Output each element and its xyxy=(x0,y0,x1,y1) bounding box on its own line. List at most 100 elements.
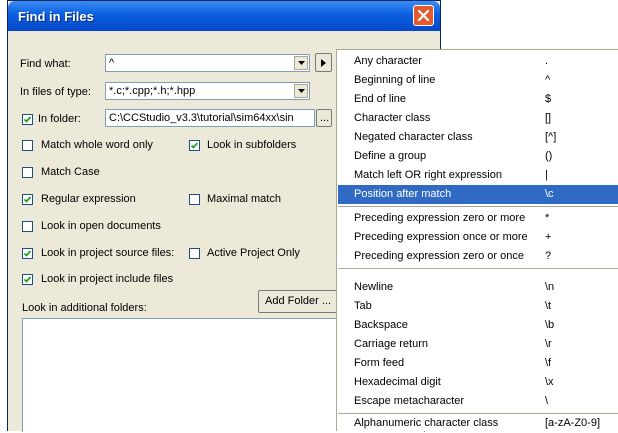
menu-item-label: Match left OR right expression xyxy=(354,169,502,181)
additional-folders-label: Look in additional folders: xyxy=(22,302,147,314)
menu-item-zero-or-more[interactable]: Preceding expression zero or more * xyxy=(338,209,618,228)
menu-item-label: Newline xyxy=(354,281,394,293)
find-what-combo[interactable]: ^ xyxy=(105,54,310,72)
checkmark-icon xyxy=(23,196,32,203)
find-what-value: ^ xyxy=(109,57,115,69)
file-types-label: In files of type: xyxy=(20,86,91,98)
close-icon xyxy=(417,9,430,22)
checkmark-icon xyxy=(23,276,32,283)
menu-item-symbol: () xyxy=(545,150,553,162)
menu-item-hexadecimal-digit[interactable]: Hexadecimal digit \x xyxy=(338,373,618,392)
browse-button-label: ... xyxy=(320,112,330,124)
menu-item-zero-or-once[interactable]: Preceding expression zero or once? xyxy=(338,247,618,266)
look-in-open-documents-checkbox[interactable] xyxy=(22,221,33,232)
menu-item-label: Escape metacharacter xyxy=(354,395,465,407)
checkmark-icon xyxy=(23,116,32,123)
menu-item-alphanumeric-class[interactable]: Alphanumeric character class [a-zA-Z0-9] xyxy=(338,414,618,433)
menu-item-label: Alphanumeric character class xyxy=(354,417,499,429)
menu-item-match-left-or-right[interactable]: Match left OR right expression | xyxy=(338,166,618,185)
menu-item-define-a-group[interactable]: Define a group () xyxy=(338,147,618,166)
menu-item-character-class[interactable]: Character class [] xyxy=(338,109,618,128)
menu-item-label: Preceding expression zero or more xyxy=(354,212,526,224)
menu-item-symbol: [a-zA-Z0-9] xyxy=(545,417,601,429)
in-folder-label: In folder: xyxy=(38,113,81,125)
match-whole-word-label: Match whole word only xyxy=(41,139,153,151)
menu-item-label: Form feed xyxy=(354,357,405,369)
menu-item-label: Carriage return xyxy=(354,338,428,350)
regex-menu-button[interactable] xyxy=(315,53,332,72)
menu-item-beginning-of-line[interactable]: Beginning of line ^ xyxy=(338,71,618,90)
menu-item-label: Preceding expression zero or once xyxy=(354,250,524,262)
menu-item-label: Position after match xyxy=(354,188,452,200)
look-in-project-source-checkbox[interactable] xyxy=(22,248,33,259)
menu-item-symbol: \x xyxy=(545,376,554,388)
menu-separator xyxy=(338,268,618,269)
regular-expression-label: Regular expression xyxy=(41,193,136,205)
menu-item-symbol: . xyxy=(545,55,549,67)
menu-item-label: Tab xyxy=(354,300,372,312)
menu-item-carriage-return[interactable]: Carriage return \r xyxy=(338,335,618,354)
close-button[interactable] xyxy=(413,5,434,26)
menu-item-tab[interactable]: Tab \t xyxy=(338,297,618,316)
menu-item-label: Preceding expression once or more xyxy=(354,231,528,243)
maximal-match-checkbox[interactable] xyxy=(189,194,200,205)
active-project-only-label: Active Project Only xyxy=(207,247,300,259)
menu-item-escape-metacharacter[interactable]: Escape metacharacter \ xyxy=(338,392,618,411)
menu-item-symbol: \ xyxy=(545,395,549,407)
menu-item-label: End of line xyxy=(354,93,406,105)
menu-item-symbol: [^] xyxy=(545,131,557,143)
menu-item-form-feed[interactable]: Form feed \f xyxy=(338,354,618,373)
in-folder-checkbox[interactable] xyxy=(22,114,33,125)
checkmark-icon xyxy=(190,142,199,149)
menu-item-once-or-more[interactable]: Preceding expression once or more + xyxy=(338,228,618,247)
add-folder-button[interactable]: Add Folder ... xyxy=(258,290,338,313)
dialog-title: Find in Files xyxy=(18,9,94,24)
look-in-subfolders-label: Look in subfolders xyxy=(207,139,297,151)
title-bar[interactable]: Find in Files xyxy=(8,1,440,31)
menu-item-symbol: \c xyxy=(545,188,554,200)
menu-item-backspace[interactable]: Backspace \b xyxy=(338,316,618,335)
file-types-combo[interactable]: *.c;*.cpp;*.h;*.hpp xyxy=(105,82,310,100)
menu-item-end-of-line[interactable]: End of line $ xyxy=(338,90,618,109)
look-in-project-include-checkbox[interactable] xyxy=(22,274,33,285)
active-project-only-checkbox[interactable] xyxy=(189,248,200,259)
menu-item-label: Backspace xyxy=(354,319,408,331)
match-case-label: Match Case xyxy=(41,166,100,178)
match-whole-word-checkbox[interactable] xyxy=(22,140,33,151)
menu-item-position-after-match[interactable]: Position after match \c xyxy=(338,185,618,204)
maximal-match-label: Maximal match xyxy=(207,193,281,205)
menu-item-symbol: ? xyxy=(545,250,552,262)
menu-item-label: Character class xyxy=(354,112,431,124)
in-folder-field[interactable]: C:\CCStudio_v3.3\tutorial\sim64xx\sin xyxy=(105,109,315,127)
menu-item-symbol: \b xyxy=(545,319,555,331)
find-what-label: Find what: xyxy=(20,58,71,70)
look-in-project-source-label: Look in project source files: xyxy=(41,247,175,259)
menu-item-label: Define a group xyxy=(354,150,427,162)
look-in-subfolders-checkbox[interactable] xyxy=(189,140,200,151)
look-in-open-documents-label: Look in open documents xyxy=(41,220,161,232)
menu-item-label: Any character xyxy=(354,55,422,67)
find-what-dropdown-button[interactable] xyxy=(294,56,308,70)
regular-expression-checkbox[interactable] xyxy=(22,194,33,205)
menu-separator xyxy=(338,206,618,207)
menu-item-symbol: * xyxy=(545,212,550,224)
match-case-checkbox[interactable] xyxy=(22,167,33,178)
menu-item-any-character[interactable]: Any character. xyxy=(338,52,618,71)
browse-button[interactable]: ... xyxy=(316,109,332,127)
menu-item-symbol: + xyxy=(545,231,552,243)
in-folder-value: C:\CCStudio_v3.3\tutorial\sim64xx\sin xyxy=(109,112,294,124)
chevron-down-icon xyxy=(298,61,305,65)
menu-item-symbol: ^ xyxy=(545,74,551,86)
chevron-down-icon xyxy=(298,89,305,93)
menu-item-symbol: \t xyxy=(545,300,552,312)
menu-item-newline[interactable]: Newline \n xyxy=(338,278,618,297)
checkmark-icon xyxy=(23,250,32,257)
menu-item-symbol: [] xyxy=(545,112,552,124)
menu-item-negated-character-class[interactable]: Negated character class [^] xyxy=(338,128,618,147)
menu-item-symbol: $ xyxy=(545,93,552,105)
menu-item-symbol: | xyxy=(545,169,548,181)
file-types-dropdown-button[interactable] xyxy=(294,84,308,98)
menu-item-symbol: \f xyxy=(545,357,552,369)
menu-item-label: Beginning of line xyxy=(354,74,436,86)
menu-item-label: Hexadecimal digit xyxy=(354,376,441,388)
